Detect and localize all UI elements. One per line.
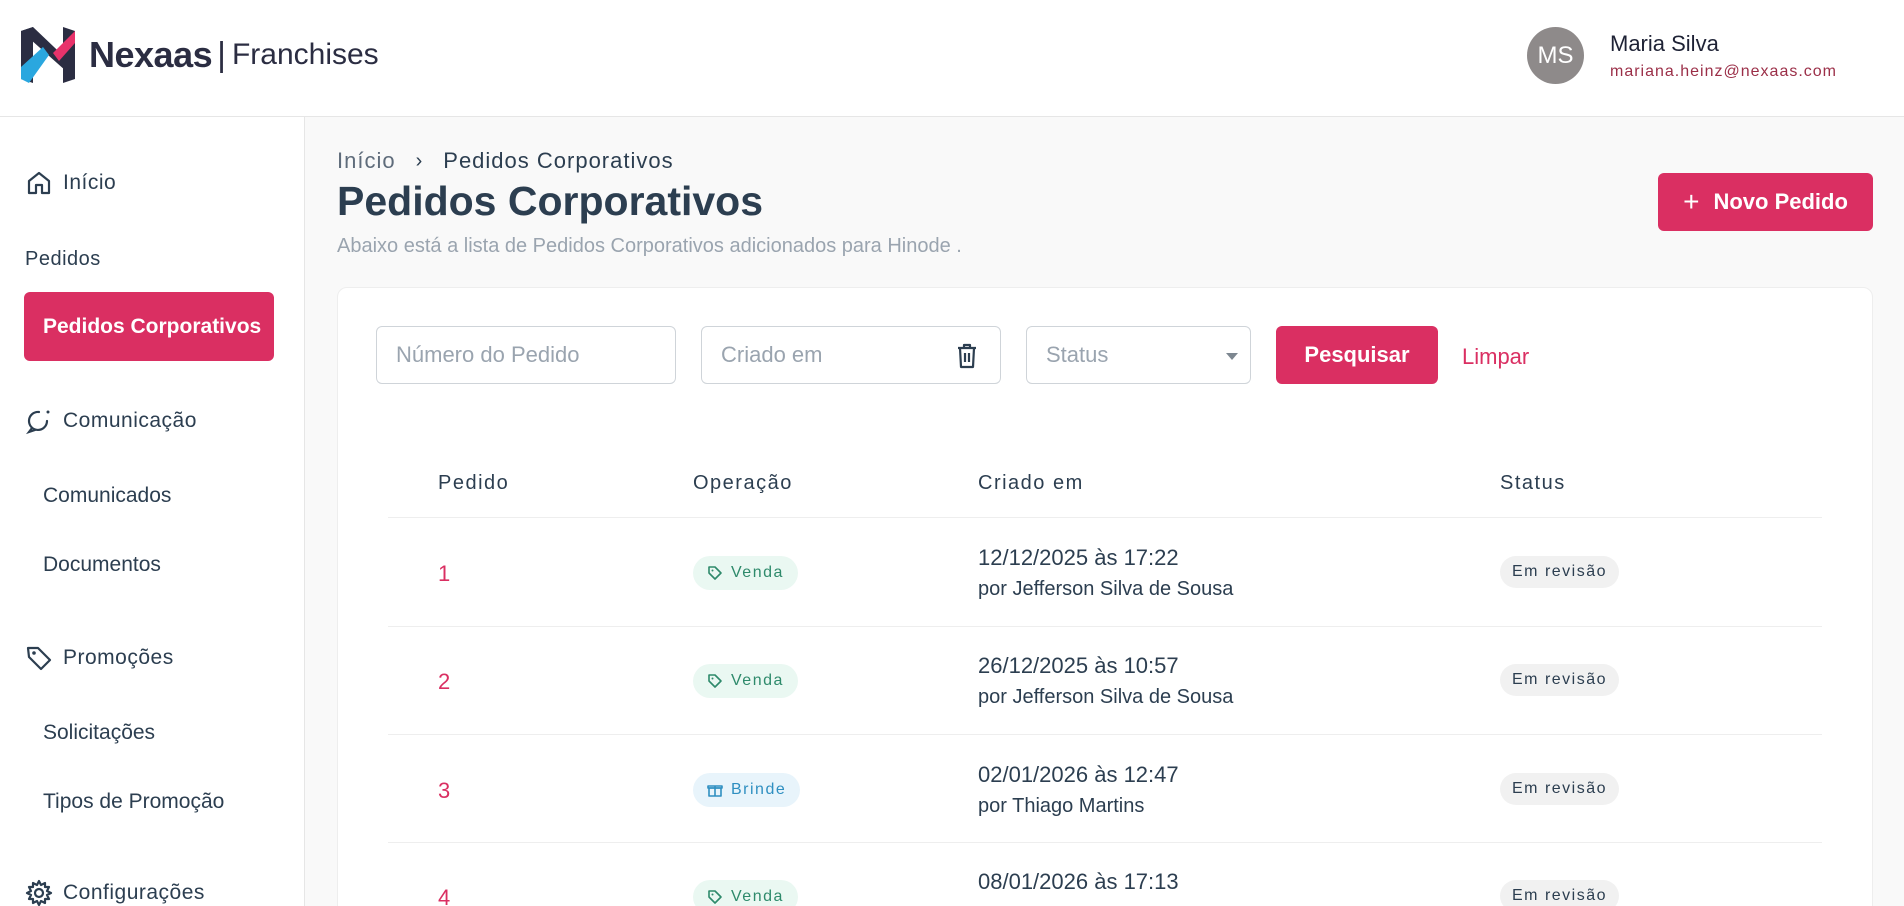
sidebar-item-pedidos-corporativos[interactable]: Pedidos Corporativos [24, 292, 274, 361]
table-row-order-id[interactable]: 3 [438, 778, 450, 804]
gear-icon [25, 879, 53, 906]
trash-icon[interactable] [956, 343, 978, 369]
status-select[interactable]: Status [1026, 326, 1251, 384]
table-row-date: 02/01/2026 às 12:47 [978, 762, 1179, 787]
table-row-order-id[interactable]: 1 [438, 561, 450, 587]
new-order-label: Novo Pedido [1713, 189, 1848, 214]
sidebar-item-home-label: Início [63, 171, 117, 194]
operation-badge: Venda [693, 664, 798, 698]
sidebar-item-promocoes[interactable]: Promoções [25, 644, 174, 672]
tag-icon [708, 566, 722, 580]
caret-down-icon [1226, 353, 1238, 360]
status-badge: Em revisão [1500, 664, 1620, 696]
table-divider [388, 842, 1822, 843]
status-badge: Em revisão [1500, 773, 1620, 805]
operation-badge: Venda [693, 556, 798, 590]
operation-label: Brinde [731, 781, 787, 798]
tag-icon [26, 646, 52, 671]
table-divider [388, 626, 1822, 627]
sidebar-item-comunicacao-label: Comunicação [63, 409, 197, 432]
avatar[interactable]: MS [1527, 27, 1584, 84]
order-number-input[interactable] [396, 342, 675, 368]
home-icon [27, 171, 51, 195]
status-badge: Em revisão [1500, 556, 1620, 588]
nexaas-logo-icon [21, 27, 75, 83]
sidebar-group-pedidos: Pedidos [25, 248, 101, 270]
sidebar-item-documentos[interactable]: Documentos [43, 553, 161, 577]
brand-separator: | [217, 35, 226, 74]
column-header-operacao[interactable]: Operação [693, 472, 793, 495]
status-select-value: Status [1046, 342, 1109, 367]
page-subtitle: Abaixo está a lista de Pedidos Corporati… [337, 235, 962, 257]
table-row-author: por Jefferson Silva de Sousa [978, 578, 1234, 600]
clear-link[interactable]: Limpar [1462, 344, 1529, 370]
table-row-date: 12/12/2025 às 17:22 [978, 545, 1179, 570]
sidebar-item-home[interactable]: Início [25, 169, 116, 197]
created-date-field[interactable] [701, 326, 1001, 384]
sidebar-item-configuracoes[interactable]: Configurações [25, 879, 205, 906]
column-header-criado-em[interactable]: Criado em [978, 472, 1084, 495]
sidebar-item-promocoes-label: Promoções [63, 646, 174, 669]
column-header-pedido[interactable]: Pedido [438, 472, 509, 495]
operation-label: Venda [731, 672, 784, 689]
operation-badge: Venda [693, 880, 798, 906]
table-row-author: por Thiago Martins [978, 795, 1145, 817]
gift-icon [707, 785, 723, 797]
user-name: Maria Silva [1610, 30, 1719, 56]
user-info: Maria Silva mariana.heinz@nexaas.com [1610, 31, 1837, 81]
search-button[interactable]: Pesquisar [1276, 326, 1438, 384]
created-date-input[interactable] [721, 342, 921, 368]
brand-logo[interactable]: Nexaas | Franchises [17, 23, 379, 87]
sidebar-item-solicitacoes[interactable]: Solicitações [43, 721, 155, 745]
table-row-order-id[interactable]: 2 [438, 669, 450, 695]
chat-icon [26, 410, 50, 435]
brand-name: Nexaas [89, 34, 213, 75]
chevron-right-icon: › [415, 149, 424, 172]
sidebar-item-tipos-promocao[interactable]: Tipos de Promoção [43, 790, 224, 814]
user-menu[interactable]: MS Maria Silva mariana.heinz@nexaas.com [1527, 27, 1837, 84]
new-order-button[interactable]: + Novo Pedido [1658, 173, 1873, 231]
user-email: mariana.heinz@nexaas.com [1610, 62, 1838, 80]
operation-badge: Brinde [693, 773, 801, 807]
table-divider [388, 517, 1822, 518]
sidebar-item-comunicados[interactable]: Comunicados [43, 484, 171, 508]
column-header-status[interactable]: Status [1500, 472, 1566, 495]
breadcrumb-home[interactable]: Início [337, 148, 396, 174]
operation-label: Venda [731, 564, 784, 581]
table-row-date: 08/01/2026 às 17:13 [978, 869, 1179, 894]
status-badge: Em revisão [1500, 880, 1620, 906]
table-row-order-id[interactable]: 4 [438, 885, 450, 906]
sidebar: Início Pedidos Pedidos Corporativos Comu… [0, 117, 305, 906]
page-title: Pedidos Corporativos [337, 178, 764, 224]
top-header: Nexaas | Franchises MS Maria Silva maria… [0, 0, 1904, 117]
order-number-field[interactable] [376, 326, 676, 384]
operation-label: Venda [731, 888, 784, 905]
plus-icon: + [1683, 186, 1700, 217]
table-row-author: por Jefferson Silva de Sousa [978, 686, 1234, 708]
sidebar-item-comunicacao[interactable]: Comunicação [25, 407, 197, 435]
table-divider [388, 734, 1822, 735]
brand-subtitle: Franchises [231, 38, 379, 71]
sidebar-item-configuracoes-label: Configurações [63, 881, 205, 904]
table-row-date: 26/12/2025 às 10:57 [978, 653, 1179, 678]
breadcrumb: Início › Pedidos Corporativos [337, 148, 674, 174]
tag-icon [708, 674, 722, 688]
tag-icon [708, 890, 722, 904]
breadcrumb-current: Pedidos Corporativos [443, 148, 674, 173]
